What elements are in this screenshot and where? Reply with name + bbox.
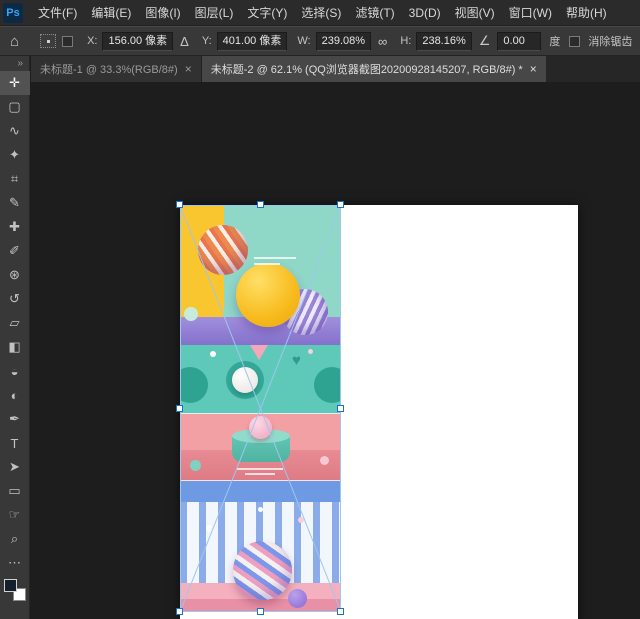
document-tab-bar: 未标题-1 @ 33.3%(RGB/8#) × 未标题-2 @ 62.1% (Q… <box>31 56 640 82</box>
blur-tool[interactable]: ◒ <box>0 359 30 383</box>
tools-panel: » ✛ ▢ ∿ ✦ ⌗ ✎ ✚ ✐ ⊛ ↺ ▱ ◧ ◒ ◐ ✒ T ➤ ▭ ☞ … <box>0 56 30 619</box>
width-label[interactable]: W: <box>297 35 310 47</box>
options-bar: ⌂ X: 156.00 像素 Δ Y: 401.00 像素 W: 239.08%… <box>0 26 640 56</box>
menu-image[interactable]: 图像(I) <box>138 0 187 26</box>
antialias-checkbox[interactable] <box>569 36 580 47</box>
dodge-tool[interactable]: ◐ <box>0 383 30 407</box>
transform-object[interactable]: ♥ <box>180 205 341 612</box>
link-icon[interactable]: ∞ <box>378 34 387 49</box>
tab-untitled-2[interactable]: 未标题-2 @ 62.1% (QQ浏览器截图20200928145207, RG… <box>202 56 546 82</box>
menu-file[interactable]: 文件(F) <box>31 0 84 26</box>
menu-window[interactable]: 窗口(W) <box>502 0 559 26</box>
menu-filter[interactable]: 滤镜(T) <box>348 0 401 26</box>
tab-label: 未标题-1 @ 33.3%(RGB/8#) <box>40 61 178 77</box>
crop-tool[interactable]: ⌗ <box>0 167 30 191</box>
reference-point-icon[interactable] <box>40 34 56 48</box>
toolbar-collapse-icon[interactable]: » <box>17 56 29 71</box>
menu-3d[interactable]: 3D(D) <box>402 0 448 26</box>
transform-handle-top-right[interactable] <box>337 201 344 208</box>
menu-edit[interactable]: 编辑(E) <box>84 0 138 26</box>
close-icon[interactable]: × <box>530 62 537 76</box>
transform-handle-bottom-right[interactable] <box>337 608 344 615</box>
canvas-area[interactable]: ♥ <box>31 82 640 619</box>
width-input[interactable]: 239.08% <box>316 32 371 51</box>
transform-handle-middle-left[interactable] <box>176 405 183 412</box>
angle-icon: ∠ <box>479 33 491 49</box>
close-icon[interactable]: × <box>185 62 192 76</box>
healing-brush-tool[interactable]: ✚ <box>0 215 30 239</box>
y-input[interactable]: 401.00 像素 <box>217 32 288 51</box>
quick-selection-tool[interactable]: ✦ <box>0 143 30 167</box>
zoom-tool[interactable]: ⌕ <box>0 527 30 551</box>
transform-handle-bottom-center[interactable] <box>257 608 264 615</box>
path-selection-tool[interactable]: ➤ <box>0 455 30 479</box>
marquee-tool[interactable]: ▢ <box>0 95 30 119</box>
brush-tool[interactable]: ✐ <box>0 239 30 263</box>
x-label[interactable]: X: <box>87 35 97 47</box>
more-tools-icon[interactable]: ⋯ <box>0 551 30 575</box>
photoshop-logo-icon: Ps <box>3 3 23 23</box>
transform-cross-lines <box>180 205 341 612</box>
clone-stamp-tool[interactable]: ⊛ <box>0 263 30 287</box>
eyedropper-tool[interactable]: ✎ <box>0 191 30 215</box>
menu-select[interactable]: 选择(S) <box>294 0 348 26</box>
transform-handle-bottom-left[interactable] <box>176 608 183 615</box>
type-tool[interactable]: T <box>0 431 30 455</box>
gradient-tool[interactable]: ◧ <box>0 335 30 359</box>
x-input[interactable]: 156.00 像素 <box>102 32 173 51</box>
angle-unit-label: 度 <box>549 33 560 49</box>
height-input[interactable]: 238.16% <box>416 32 471 51</box>
reference-point-checkbox[interactable] <box>62 36 73 47</box>
move-tool[interactable]: ✛ <box>0 71 30 95</box>
menu-bar: Ps 文件(F) 编辑(E) 图像(I) 图层(L) 文字(Y) 选择(S) 滤… <box>0 0 640 26</box>
y-label[interactable]: Y: <box>202 35 212 47</box>
history-brush-tool[interactable]: ↺ <box>0 287 30 311</box>
menu-type[interactable]: 文字(Y) <box>240 0 294 26</box>
tab-label: 未标题-2 @ 62.1% (QQ浏览器截图20200928145207, RG… <box>211 61 523 77</box>
transform-handle-middle-right[interactable] <box>337 405 344 412</box>
eraser-tool[interactable]: ▱ <box>0 311 30 335</box>
home-icon[interactable]: ⌂ <box>10 33 19 50</box>
menu-view[interactable]: 视图(V) <box>448 0 502 26</box>
menu-layer[interactable]: 图层(L) <box>188 0 241 26</box>
height-label[interactable]: H: <box>400 35 411 47</box>
lasso-tool[interactable]: ∿ <box>0 119 30 143</box>
transform-handle-top-center[interactable] <box>257 201 264 208</box>
antialias-label[interactable]: 消除锯齿 <box>588 33 632 49</box>
relative-position-toggle[interactable]: Δ <box>180 34 189 49</box>
angle-input[interactable]: 0.00 <box>497 32 541 51</box>
menu-help[interactable]: 帮助(H) <box>559 0 614 26</box>
tab-untitled-1[interactable]: 未标题-1 @ 33.3%(RGB/8#) × <box>31 56 202 82</box>
pen-tool[interactable]: ✒ <box>0 407 30 431</box>
color-swatches <box>4 579 26 601</box>
transform-handle-top-left[interactable] <box>176 201 183 208</box>
shape-tool[interactable]: ▭ <box>0 479 30 503</box>
hand-tool[interactable]: ☞ <box>0 503 30 527</box>
foreground-color-swatch[interactable] <box>4 579 17 592</box>
